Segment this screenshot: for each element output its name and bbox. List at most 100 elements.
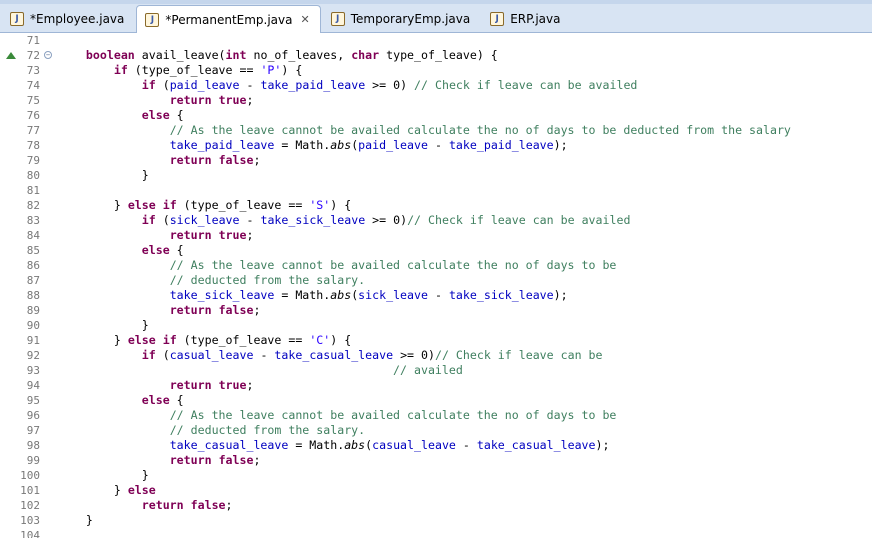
- code-token: abs: [330, 138, 352, 152]
- code-line[interactable]: 83 if (sick_leave - take_sick_leave >= 0…: [0, 213, 872, 228]
- line-number-text: 81: [26, 184, 40, 197]
- code-line[interactable]: 84 return true;: [0, 228, 872, 243]
- code-line[interactable]: 72− boolean avail_leave(int no_of_leaves…: [0, 48, 872, 63]
- override-marker-icon[interactable]: [6, 52, 16, 59]
- code-line[interactable]: 104: [0, 528, 872, 538]
- code-line[interactable]: 100 }: [0, 468, 872, 483]
- code-token: -: [427, 138, 449, 152]
- line-number-text: 92: [26, 349, 40, 362]
- code-token: 'S': [309, 198, 331, 212]
- line-number-text: 79: [26, 154, 40, 167]
- tab-permanentemp[interactable]: J *PermanentEmp.java ✕: [136, 5, 321, 33]
- line-number: 81: [0, 183, 40, 198]
- code-text: take_casual_leave = Math.abs(casual_leav…: [40, 438, 610, 453]
- code-text: } else if (type_of_leave == 'C') {: [40, 333, 351, 348]
- code-line[interactable]: 77 // As the leave cannot be availed cal…: [0, 123, 872, 138]
- code-text: return false;: [40, 498, 233, 513]
- line-number-text: 87: [26, 274, 40, 287]
- code-token: return: [169, 153, 212, 167]
- code-line[interactable]: 71: [0, 33, 872, 48]
- code-line[interactable]: 78 take_paid_leave = Math.abs(paid_leave…: [0, 138, 872, 153]
- code-line[interactable]: 85 else {: [0, 243, 872, 258]
- code-line[interactable]: 91 } else if (type_of_leave == 'C') {: [0, 333, 872, 348]
- code-line[interactable]: 89 return false;: [0, 303, 872, 318]
- code-token: ;: [225, 498, 233, 512]
- code-line[interactable]: 99 return false;: [0, 453, 872, 468]
- code-line[interactable]: 80 }: [0, 168, 872, 183]
- code-line[interactable]: 76 else {: [0, 108, 872, 123]
- code-token: else: [127, 333, 156, 347]
- code-token: // availed: [393, 363, 463, 377]
- code-token: // Check if leave can be: [434, 348, 603, 362]
- code-line[interactable]: 102 return false;: [0, 498, 872, 513]
- code-token: (: [155, 78, 170, 92]
- line-number-text: 73: [26, 64, 40, 77]
- close-icon[interactable]: ✕: [301, 13, 310, 26]
- code-token: no_of_leaves,: [246, 48, 352, 62]
- tab-label: *PermanentEmp.java: [165, 12, 293, 27]
- code-line[interactable]: 97 // deducted from the salary.: [0, 423, 872, 438]
- code-token: if: [141, 78, 156, 92]
- code-line[interactable]: 93 // availed: [0, 363, 872, 378]
- code-line[interactable]: 82 } else if (type_of_leave == 'S') {: [0, 198, 872, 213]
- line-number: 96: [0, 408, 40, 423]
- fold-toggle-icon[interactable]: −: [44, 51, 52, 59]
- tab-temporaryemp[interactable]: J TemporaryEmp.java: [323, 6, 481, 32]
- code-line[interactable]: 74 if (paid_leave - take_paid_leave >= 0…: [0, 78, 872, 93]
- code-token: paid_leave: [358, 138, 428, 152]
- line-number-text: 86: [26, 259, 40, 272]
- code-token: false: [218, 453, 254, 467]
- line-number-text: 94: [26, 379, 40, 392]
- code-token: else: [141, 393, 170, 407]
- code-text: // As the leave cannot be availed calcul…: [40, 123, 791, 138]
- code-token: avail_leave(: [134, 48, 226, 62]
- code-line[interactable]: 95 else {: [0, 393, 872, 408]
- code-editor[interactable]: 71 72− boolean avail_leave(int no_of_leav…: [0, 33, 872, 538]
- code-token: }: [58, 483, 128, 497]
- code-token: 'C': [309, 333, 331, 347]
- code-line[interactable]: 90 }: [0, 318, 872, 333]
- code-line[interactable]: 96 // As the leave cannot be availed cal…: [0, 408, 872, 423]
- code-text: if (type_of_leave == 'P') {: [40, 63, 303, 78]
- code-token: (type_of_leave ==: [127, 63, 261, 77]
- code-line[interactable]: 103 }: [0, 513, 872, 528]
- line-number-text: 103: [20, 514, 40, 527]
- code-line[interactable]: 73 if (type_of_leave == 'P') {: [0, 63, 872, 78]
- code-text: return true;: [40, 228, 254, 243]
- code-token: else: [127, 198, 156, 212]
- code-line[interactable]: 87 // deducted from the salary.: [0, 273, 872, 288]
- line-number-text: 71: [26, 34, 40, 47]
- code-text: else {: [40, 108, 184, 123]
- code-line[interactable]: 75 return true;: [0, 93, 872, 108]
- code-token: false: [190, 498, 226, 512]
- code-token: return: [169, 378, 212, 392]
- code-token: abs: [330, 288, 352, 302]
- code-line[interactable]: 88 take_sick_leave = Math.abs(sick_leave…: [0, 288, 872, 303]
- code-token: (type_of_leave ==: [176, 198, 310, 212]
- code-line[interactable]: 101 } else: [0, 483, 872, 498]
- code-line[interactable]: 79 return false;: [0, 153, 872, 168]
- line-number: 79: [0, 153, 40, 168]
- code-token: false: [218, 153, 254, 167]
- code-line[interactable]: 98 take_casual_leave = Math.abs(casual_l…: [0, 438, 872, 453]
- code-token: if: [141, 348, 156, 362]
- code-token: sick_leave: [358, 288, 428, 302]
- line-number: 100: [0, 468, 40, 483]
- code-line[interactable]: 92 if (casual_leave - take_casual_leave …: [0, 348, 872, 363]
- code-line[interactable]: 81: [0, 183, 872, 198]
- code-token: -: [253, 348, 275, 362]
- java-file-icon: J: [490, 12, 505, 26]
- tab-erp[interactable]: J ERP.java: [482, 6, 570, 32]
- code-text: // As the leave cannot be availed calcul…: [40, 408, 617, 423]
- tab-employee[interactable]: J *Employee.java: [2, 6, 134, 32]
- code-line[interactable]: 86 // As the leave cannot be availed cal…: [0, 258, 872, 273]
- code-line[interactable]: 94 return true;: [0, 378, 872, 393]
- code-token: true: [218, 228, 247, 242]
